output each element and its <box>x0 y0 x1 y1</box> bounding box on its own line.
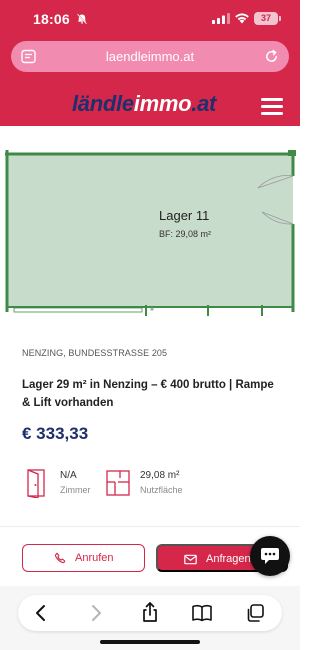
bell-muted-icon <box>76 13 88 25</box>
floorplan-image[interactable] <box>0 126 300 316</box>
call-button[interactable]: Anrufen <box>22 544 145 572</box>
tabs-icon[interactable] <box>244 602 266 624</box>
inquire-button-label: Anfragen <box>206 553 251 565</box>
battery-level: 37 <box>260 13 271 23</box>
hamburger-menu-icon[interactable] <box>261 98 283 115</box>
status-time: 18:06 <box>33 11 70 27</box>
bookmarks-icon[interactable] <box>191 602 213 624</box>
listing-title: Lager 29 m² in Nenzing – € 400 brutto | … <box>22 379 274 409</box>
door-icon <box>27 469 45 498</box>
reload-icon[interactable] <box>264 49 279 64</box>
listing-price: € 333,33 <box>22 424 89 443</box>
cellular-signal-icon <box>212 13 230 24</box>
feature-rooms-value: N/A <box>60 470 77 481</box>
floorplan-room-name: Lager 11 <box>159 208 210 223</box>
battery-icon: 37 <box>254 12 281 25</box>
listing-location: NENZING, BUNDESSTRASSE 205 <box>22 348 168 358</box>
floorplan-room-area: BF: 29,08 m² <box>159 229 212 239</box>
feature-rooms-label: Zimmer <box>60 485 91 495</box>
site-logo[interactable]: ländleimmo.at <box>72 91 216 117</box>
status-bar: 18:06 37 <box>0 0 300 36</box>
floorplan-icon <box>106 470 130 496</box>
chat-bubble-icon <box>261 548 279 564</box>
wifi-icon <box>235 13 249 24</box>
home-indicator <box>100 640 200 644</box>
share-icon[interactable] <box>139 601 161 623</box>
call-button-label: Anrufen <box>75 552 114 564</box>
feature-area-label: Nutzfläche <box>140 485 183 495</box>
logo-part-laendle: ländle <box>72 91 134 116</box>
logo-part-immo: immo <box>133 91 192 116</box>
back-arrow-icon[interactable] <box>30 602 52 624</box>
envelope-icon <box>184 554 197 565</box>
phone-icon <box>54 552 66 564</box>
chat-button[interactable] <box>250 536 290 576</box>
address-bar[interactable]: laendleimmo.at <box>11 41 289 72</box>
page-settings-icon[interactable] <box>21 49 36 64</box>
forward-arrow-icon[interactable] <box>85 602 107 624</box>
feature-area-value: 29,08 m² <box>140 470 180 481</box>
url-text[interactable]: laendleimmo.at <box>51 49 249 64</box>
logo-part-at: .at <box>191 91 217 116</box>
